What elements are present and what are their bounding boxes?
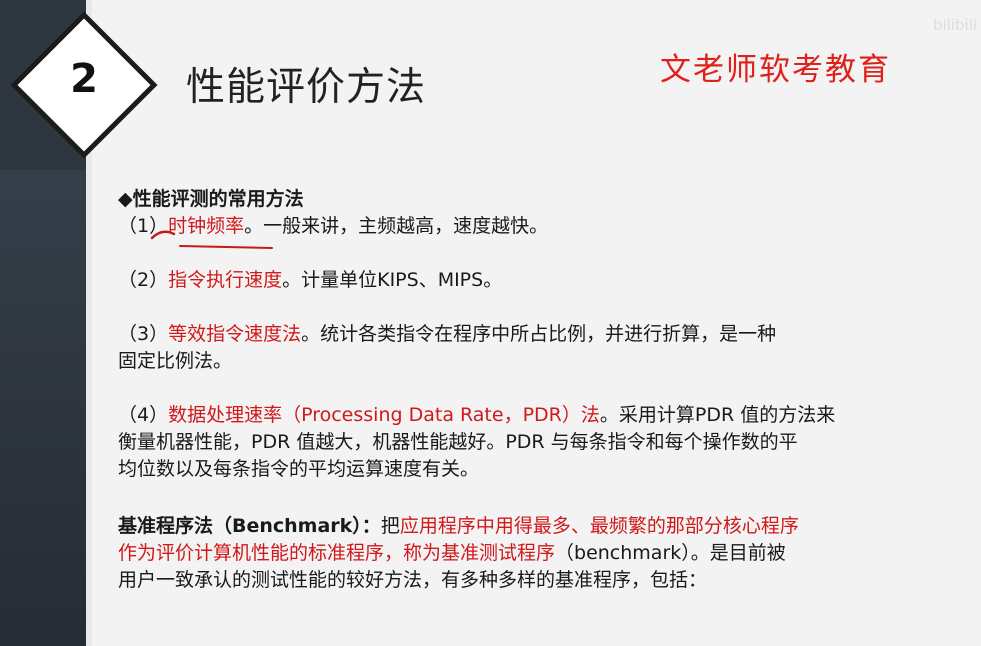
benchmark-paragraph: 基准程序法（Benchmark）：把应用程序中用得最多、最频繁的那部分核心程序 (118, 515, 799, 537)
list-item-continuation: 均位数以及每条指令的平均运算速度有关。 (118, 458, 480, 480)
video-watermark: bilibili (932, 16, 977, 34)
heading-text: 性能评测的常用方法 (132, 188, 304, 210)
item-term: 等效指令速度法 (168, 323, 302, 345)
brand-logo-text: 文老师软考教育 (660, 52, 891, 88)
handwritten-underline-icon (150, 230, 273, 249)
benchmark-label: 基准程序法（Benchmark）： (118, 515, 381, 537)
benchmark-continuation: 用户一致承认的测试性能的较好方法，有多种多样的基准程序，包括： (118, 569, 708, 591)
list-item: （2）指令执行速度。计量单位KIPS、MIPS。 (118, 269, 503, 291)
slide-title: 性能评价方法 (186, 65, 427, 110)
list-item-continuation: 固定比例法。 (118, 350, 233, 372)
list-item: （4）数据处理速率（Processing Data Rate，PDR）法。采用计… (118, 404, 836, 426)
content-heading: ◆性能评测的常用方法 (118, 186, 304, 213)
list-item-continuation: 衡量机器性能，PDR 值越大，机器性能越好。PDR 与每条指令和每个操作数的平 (118, 431, 798, 453)
diamond-bullet-icon: ◆ (118, 188, 133, 210)
section-number: 2 (70, 56, 98, 102)
item-term: 指令执行速度 (168, 269, 283, 291)
item-term: 数据处理速率（Processing Data Rate，PDR）法 (168, 404, 600, 426)
list-item: （3）等效指令速度法。统计各类指令在程序中所占比例，并进行折算，是一种 (118, 323, 777, 345)
benchmark-continuation: 作为评价计算机性能的标准程序，称为基准测试程序（benchmark）。是目前被 (118, 542, 786, 564)
